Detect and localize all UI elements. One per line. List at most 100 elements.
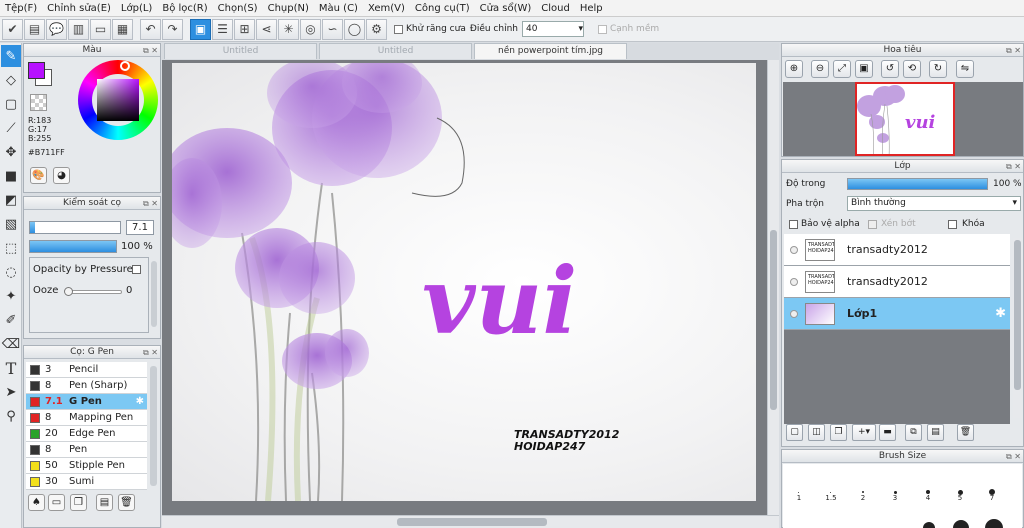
move-tool-icon[interactable]: ✥	[1, 141, 21, 163]
reset-rotation-icon[interactable]: ⟲	[903, 60, 921, 78]
gear-icon[interactable]: ✱	[136, 396, 144, 407]
brush-size-dot-large[interactable]	[923, 522, 935, 528]
brush-size-value[interactable]: 7.1	[126, 220, 154, 235]
menu-capture[interactable]: Chụp(N)	[263, 0, 314, 17]
layer-opacity-slider[interactable]	[847, 178, 988, 190]
select-pen-tool-icon[interactable]: ✐	[1, 309, 21, 331]
menu-select[interactable]: Chọn(S)	[213, 0, 263, 17]
layer-visibility-icon[interactable]	[790, 309, 798, 318]
brush-list-scrollbar[interactable]	[150, 366, 157, 486]
menu-cloud[interactable]: Cloud	[536, 0, 575, 17]
menu-view[interactable]: Xem(V)	[363, 0, 410, 17]
brush-item-edge-pen[interactable]: 20 Edge Pen	[26, 426, 147, 442]
settings-brush-icon[interactable]: ▤	[96, 494, 113, 511]
brush-item-pencil[interactable]: 3 Pencil	[26, 362, 147, 378]
canvas-horizontal-scrollbar[interactable]	[162, 515, 779, 528]
brush-item-mapping-pen[interactable]: 8 Mapping Pen	[26, 410, 147, 426]
color-wheel[interactable]	[78, 60, 158, 140]
hue-picker-ring[interactable]	[120, 61, 130, 71]
brush-control-scrollbar[interactable]	[151, 261, 157, 327]
brush-item-g-pen[interactable]: 7.1 G Pen ✱	[26, 394, 147, 410]
opacity-pressure-checkbox[interactable]	[132, 265, 141, 274]
radial-lines-icon[interactable]: ✳	[278, 18, 299, 40]
menu-help[interactable]: Help	[575, 0, 608, 17]
clipping-checkbox[interactable]	[868, 220, 877, 229]
panel-window-icons[interactable]: ⧉ ✕	[143, 45, 158, 57]
panel-window-icons[interactable]: ⧉ ✕	[1006, 161, 1021, 173]
comic-icon[interactable]: ▥	[68, 18, 89, 40]
panel-window-icons[interactable]: ⧉ ✕	[143, 198, 158, 210]
menu-window[interactable]: Cửa sổ(W)	[475, 0, 537, 17]
rotate-left-icon[interactable]: ↺	[881, 60, 899, 78]
brush-item-pen[interactable]: 8 Pen	[26, 442, 147, 458]
layer-list-scrollbar[interactable]	[1013, 238, 1022, 418]
gear-icon[interactable]: ✱	[995, 306, 1006, 321]
layer-add-menu-icon[interactable]: +▾	[852, 424, 876, 441]
layer-row-transadty2012-1[interactable]: TRANSADTY2012 HOIDAP247 transadty2012	[784, 234, 1010, 266]
bucket-tool-icon[interactable]: ◩	[1, 189, 21, 211]
speech-bubble-icon[interactable]: 💬	[46, 18, 67, 40]
tab-nen-powerpoint[interactable]: nền powerpoint tím.jpg	[474, 43, 627, 59]
layer-visibility-icon[interactable]	[790, 245, 798, 254]
protect-alpha-checkbox[interactable]	[789, 220, 798, 229]
brush-size-dot-1-5[interactable]	[830, 492, 831, 493]
actual-size-icon[interactable]: ▣	[855, 60, 873, 78]
fit-window-icon[interactable]: ⤢	[833, 60, 851, 78]
layer-row-transadty2012-2[interactable]: TRANSADTY2012 HOIDAP247 transadty2012	[784, 266, 1010, 298]
concentric-icon[interactable]: ◎	[300, 18, 321, 40]
menu-filter[interactable]: Bộ lọc(R)	[157, 0, 212, 17]
panel-window-icons[interactable]: ⧉ ✕	[143, 347, 158, 359]
operation-tool-icon[interactable]: ➤	[1, 381, 21, 403]
crisscross-icon[interactable]: ⊞	[234, 18, 255, 40]
sharp-edge-checkbox[interactable]	[597, 24, 607, 34]
brush-item-sumi[interactable]: 30 Sumi	[26, 474, 147, 490]
copy-layer-icon[interactable]: ❐	[830, 424, 847, 441]
foreground-color-swatch[interactable]	[28, 62, 45, 79]
fill-rect-tool-icon[interactable]: ■	[1, 165, 21, 187]
circle-icon[interactable]: ◯	[344, 18, 365, 40]
brush-opacity-slider[interactable]	[29, 240, 117, 253]
gear-icon[interactable]: ⚙	[366, 18, 387, 40]
layers-icon[interactable]: ▤	[24, 18, 45, 40]
brush-size-dot-larger[interactable]	[953, 520, 969, 528]
panel-window-icons[interactable]: ⧉ ✕	[1006, 45, 1021, 57]
color-history-icon[interactable]: ◕	[53, 167, 70, 184]
copy-brush-icon[interactable]: ❐	[70, 494, 87, 511]
select-eraser-tool-icon[interactable]: ⌫	[1, 333, 21, 355]
parallel-lines-icon[interactable]: ☰	[212, 18, 233, 40]
vertical-scroll-thumb[interactable]	[770, 230, 777, 410]
eyedropper-tool-icon[interactable]: ⚲	[1, 405, 21, 427]
horizontal-scroll-thumb[interactable]	[397, 518, 547, 526]
rotate-right-icon[interactable]: ↻	[929, 60, 947, 78]
navigator-preview-area[interactable]: vui	[783, 82, 1023, 156]
flip-horizontal-icon[interactable]: ⇋	[956, 60, 974, 78]
snap-off-icon[interactable]: ▣	[190, 18, 211, 40]
window-icon[interactable]: ▭	[90, 18, 111, 40]
brush-size-dot-2[interactable]	[862, 491, 864, 493]
new-layer-icon[interactable]: ▢	[786, 424, 803, 441]
brush-item-pen-sharp[interactable]: 8 Pen (Sharp)	[26, 378, 147, 394]
panel-window-icons[interactable]: ⧉ ✕	[1006, 451, 1021, 463]
add-brush-icon[interactable]: ♠	[28, 494, 45, 511]
lock-checkbox[interactable]	[948, 220, 957, 229]
layer-visibility-icon[interactable]	[790, 277, 798, 286]
new-folder-icon[interactable]: ▭	[48, 494, 65, 511]
brush-size-dot-largest[interactable]	[985, 519, 1003, 528]
layer-row-lop1[interactable]: Lớp1 ✱	[784, 298, 1010, 330]
delete-brush-icon[interactable]: 🗑	[118, 494, 135, 511]
delete-layer-icon[interactable]: 🗑	[957, 424, 974, 441]
brush-size-slider[interactable]	[29, 221, 121, 234]
tab-untitled-2[interactable]: Untitled	[319, 43, 472, 59]
merge-layer-icon[interactable]: ⧉	[905, 424, 922, 441]
checkmark-icon[interactable]: ✔	[2, 18, 23, 40]
menu-file[interactable]: Tệp(F)	[0, 0, 42, 17]
pen-tool-icon[interactable]: ✎	[1, 45, 21, 67]
layer-settings-icon[interactable]: ▤	[927, 424, 944, 441]
redo-icon[interactable]: ↷	[162, 18, 183, 40]
zoom-out-icon[interactable]: ⊖	[811, 60, 829, 78]
brush-size-dot-1[interactable]	[798, 492, 799, 493]
transparent-color-swatch[interactable]	[30, 94, 47, 111]
grid-icon[interactable]: ▦	[112, 18, 133, 40]
brush-tool-icon[interactable]: ⟋	[1, 117, 21, 139]
rectangle-select-tool-icon[interactable]: ▢	[1, 93, 21, 115]
